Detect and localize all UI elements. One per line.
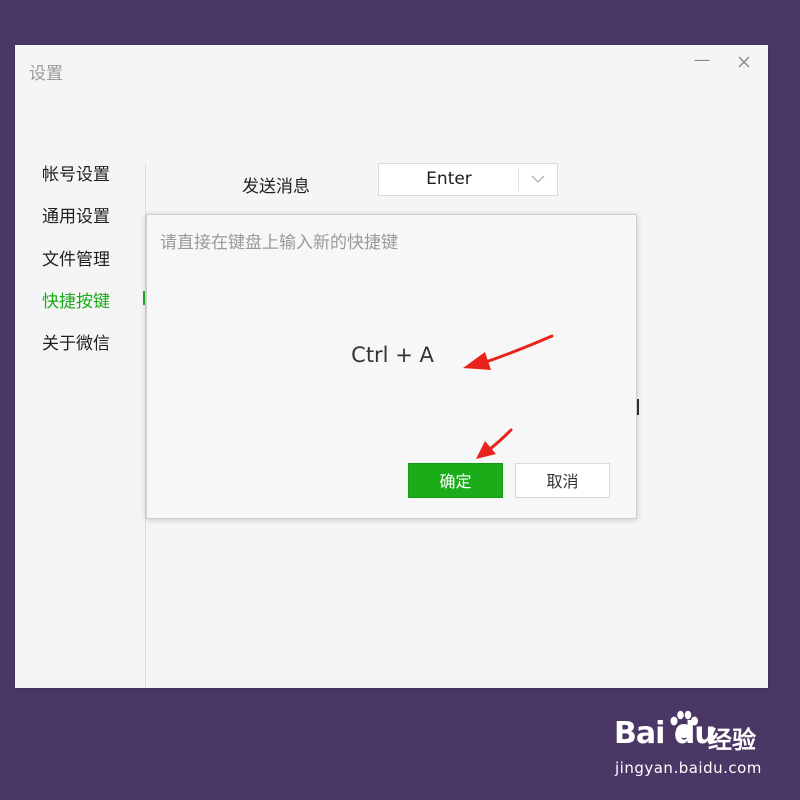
chevron-down-icon[interactable] [531, 173, 545, 185]
watermark-brand-cn: 经验 [708, 726, 756, 754]
cancel-button[interactable]: 取消 [515, 463, 610, 498]
send-message-shortcut-select[interactable]: Enter [378, 163, 558, 196]
sidebar-item-general[interactable]: 通用设置 [42, 202, 110, 227]
sidebar-item-account[interactable]: 帐号设置 [42, 160, 110, 185]
paw-icon [670, 710, 698, 738]
window-title: 设置 [29, 64, 63, 84]
arrow-annotation-icon [463, 334, 554, 370]
send-message-label: 发送消息 [242, 177, 310, 197]
confirm-button[interactable]: 确定 [408, 463, 503, 498]
shortcut-input-dialog: 请直接在键盘上输入新的快捷键 Ctrl + A 确定 取消 [146, 214, 637, 519]
sidebar-item-files[interactable]: 文件管理 [42, 245, 110, 270]
minimize-icon[interactable]: — [693, 51, 711, 69]
captured-shortcut: Ctrl + A [351, 343, 434, 367]
dialog-prompt: 请直接在键盘上输入新的快捷键 [160, 233, 398, 253]
select-divider [518, 168, 519, 191]
baidu-jingyan-watermark: Bai du 经验 jingyan.baidu.com [614, 710, 774, 782]
obscured-control-edge [637, 399, 639, 415]
send-message-shortcut-value: Enter [426, 169, 472, 189]
arrow-annotation-icon [476, 428, 513, 459]
sidebar-item-about[interactable]: 关于微信 [42, 329, 110, 354]
close-icon[interactable] [735, 53, 753, 71]
watermark-url: jingyan.baidu.com [615, 759, 762, 777]
sidebar-item-shortcuts[interactable]: 快捷按键 [42, 287, 110, 312]
